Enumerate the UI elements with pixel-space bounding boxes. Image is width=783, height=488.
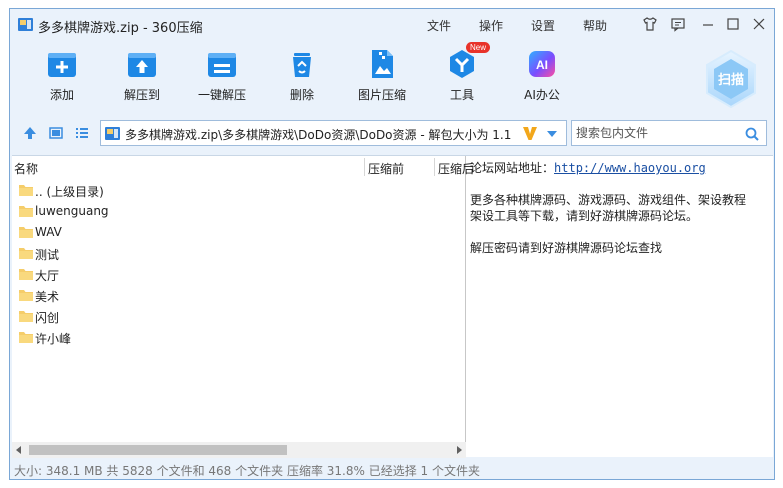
scan-label: 扫描: [717, 73, 744, 88]
folder-icon: [19, 248, 33, 259]
one-click-extract-label: 一键解压: [197, 88, 246, 102]
path-text: 多多棋牌游戏.zip\多多棋牌游戏\DoDo资源\DoDo资源 - 解包大小为 …: [125, 128, 512, 142]
add-label: 添加: [49, 88, 74, 102]
list-item[interactable]: 闪创: [12, 306, 466, 327]
skin-shirt-icon[interactable]: [642, 16, 658, 32]
list-item[interactable]: WAV: [12, 222, 466, 243]
folder-icon: [19, 269, 33, 280]
delete-label: 删除: [289, 88, 314, 102]
folder-icon: [19, 227, 33, 238]
scroll-left-icon[interactable]: [15, 446, 23, 454]
file-list: .. (上级目录) luwenguang WAV 测试大厅美术闪创许小峰: [12, 180, 466, 348]
add-button[interactable]: 添加: [24, 43, 100, 103]
extract-to-button[interactable]: 解压到: [104, 43, 180, 103]
comment-site-label: 论坛网站地址：: [470, 161, 555, 175]
list-item[interactable]: 美术: [12, 285, 466, 306]
ai-office-label: AI办公: [524, 88, 560, 102]
ai-icon-text: AI: [536, 58, 548, 72]
app-window: 多多棋牌游戏.zip - 360压缩 文件 操作 设置 帮助 添加 解压到 一键…: [9, 8, 775, 480]
thumbnail-view-icon[interactable]: [48, 125, 64, 141]
content-area: 名称 压缩前 压缩后 .. (上级目录) luwenguang WAV 测试大厅美术闪…: [12, 155, 773, 458]
menu-operation[interactable]: 操作: [479, 17, 503, 34]
zip-archive-icon: [105, 127, 120, 140]
file-name: 大厅: [35, 269, 60, 283]
scrollbar-thumb[interactable]: [29, 445, 287, 455]
list-item[interactable]: 大厅: [12, 264, 466, 285]
list-item[interactable]: 许小峰: [12, 327, 466, 348]
ai-office-icon: AI: [529, 51, 555, 77]
extract-to-icon: [128, 53, 156, 77]
comment-blank-line: [470, 176, 773, 192]
folder-icon: [19, 290, 33, 301]
zip-archive-icon: [18, 18, 33, 31]
horizontal-scrollbar[interactable]: [12, 442, 466, 458]
one-click-extract-button[interactable]: 一键解压: [184, 43, 260, 103]
image-compress-label: 图片压缩: [357, 88, 406, 102]
close-icon[interactable]: [751, 16, 767, 32]
window-title: 多多棋牌游戏.zip - 360压缩: [38, 21, 203, 36]
file-name: 测试: [35, 248, 60, 262]
image-compress-button[interactable]: 图片压缩: [344, 43, 420, 103]
folder-icon: [19, 185, 33, 196]
tools-button[interactable]: New 工具: [424, 42, 500, 103]
column-name[interactable]: 名称: [14, 160, 38, 177]
file-list-panel: 名称 压缩前 压缩后 .. (上级目录) luwenguang WAV 测试大厅美术闪…: [12, 156, 474, 458]
list-item[interactable]: luwenguang: [12, 201, 466, 222]
folder-icon: [19, 206, 33, 217]
new-badge: New: [466, 42, 491, 53]
column-separator[interactable]: [364, 158, 365, 176]
menu-help[interactable]: 帮助: [583, 17, 607, 34]
image-compress-icon: [372, 50, 393, 78]
maximize-icon[interactable]: [725, 16, 741, 32]
menu-settings[interactable]: 设置: [531, 17, 555, 34]
column-original-size[interactable]: 压缩前: [368, 160, 404, 177]
address-bar: 多多棋牌游戏.zip\多多棋牌游戏\DoDo资源\DoDo资源 - 解包大小为 …: [10, 117, 774, 149]
file-name: .. (上级目录): [35, 185, 104, 199]
file-name: 美术: [35, 290, 60, 304]
minimize-icon[interactable]: [700, 16, 716, 32]
comment-line: 更多各种棋牌源码、游戏源码、游戏组件、架设教程: [470, 193, 747, 207]
ai-office-button[interactable]: AI AI办公: [504, 43, 580, 103]
v-logo-icon: [523, 127, 537, 140]
folder-icon: [19, 332, 33, 343]
status-text: 大小: 348.1 MB 共 5828 个文件和 468 个文件夹 压缩率 31…: [14, 464, 480, 478]
file-list-header: 名称 压缩前 压缩后: [12, 156, 474, 178]
path-field[interactable]: 多多棋牌游戏.zip\多多棋牌游戏\DoDo资源\DoDo资源 - 解包大小为 …: [100, 120, 567, 146]
extract-to-label: 解压到: [123, 88, 160, 102]
menu-file[interactable]: 文件: [427, 17, 451, 34]
list-item[interactable]: 测试: [12, 243, 466, 264]
toolbar: 添加 解压到 一键解压 删除 图片压缩 New 工具 AI AI办公: [10, 42, 774, 113]
file-name: 许小峰: [35, 332, 72, 346]
folder-icon: [19, 311, 33, 322]
list-item[interactable]: .. (上级目录): [12, 180, 466, 201]
delete-button[interactable]: 删除: [264, 43, 340, 103]
comment-site-line: 论坛网站地址：http://www.haoyou.org: [470, 160, 773, 176]
comment-site-link[interactable]: http://www.haoyou.org: [554, 161, 706, 175]
column-compressed-size[interactable]: 压缩后: [438, 160, 474, 177]
comment-line: 架设工具等下载，请到好游棋牌源码论坛。: [470, 209, 699, 223]
file-name: WAV: [35, 225, 62, 239]
archive-comment-panel: 论坛网站地址：http://www.haoyou.org 更多各种棋牌源码、游戏…: [470, 156, 773, 458]
recycle-bin-icon: [293, 53, 311, 77]
chevron-down-icon[interactable]: [546, 129, 558, 139]
one-click-extract-icon: [208, 53, 236, 77]
scroll-right-icon[interactable]: [455, 446, 463, 454]
file-name: 闪创: [35, 311, 60, 325]
message-icon[interactable]: [670, 16, 686, 32]
tools-label: 工具: [449, 88, 474, 102]
search-icon[interactable]: [744, 126, 760, 142]
comment-blank-line: [470, 224, 773, 240]
title-bar: 多多棋牌游戏.zip - 360压缩 文件 操作 设置 帮助: [10, 9, 774, 39]
scan-button[interactable]: 扫描: [704, 49, 758, 109]
add-icon: [48, 53, 76, 77]
list-view-icon[interactable]: [74, 125, 90, 141]
search-input[interactable]: [576, 124, 736, 142]
status-bar: 大小: 348.1 MB 共 5828 个文件和 468 个文件夹 压缩率 31…: [10, 459, 774, 479]
column-separator[interactable]: [434, 158, 435, 176]
file-name: luwenguang: [35, 204, 109, 218]
up-arrow-icon[interactable]: [22, 125, 38, 141]
comment-line: 解压密码请到好游棋牌源码论坛查找: [470, 241, 663, 255]
search-box: [571, 120, 767, 146]
